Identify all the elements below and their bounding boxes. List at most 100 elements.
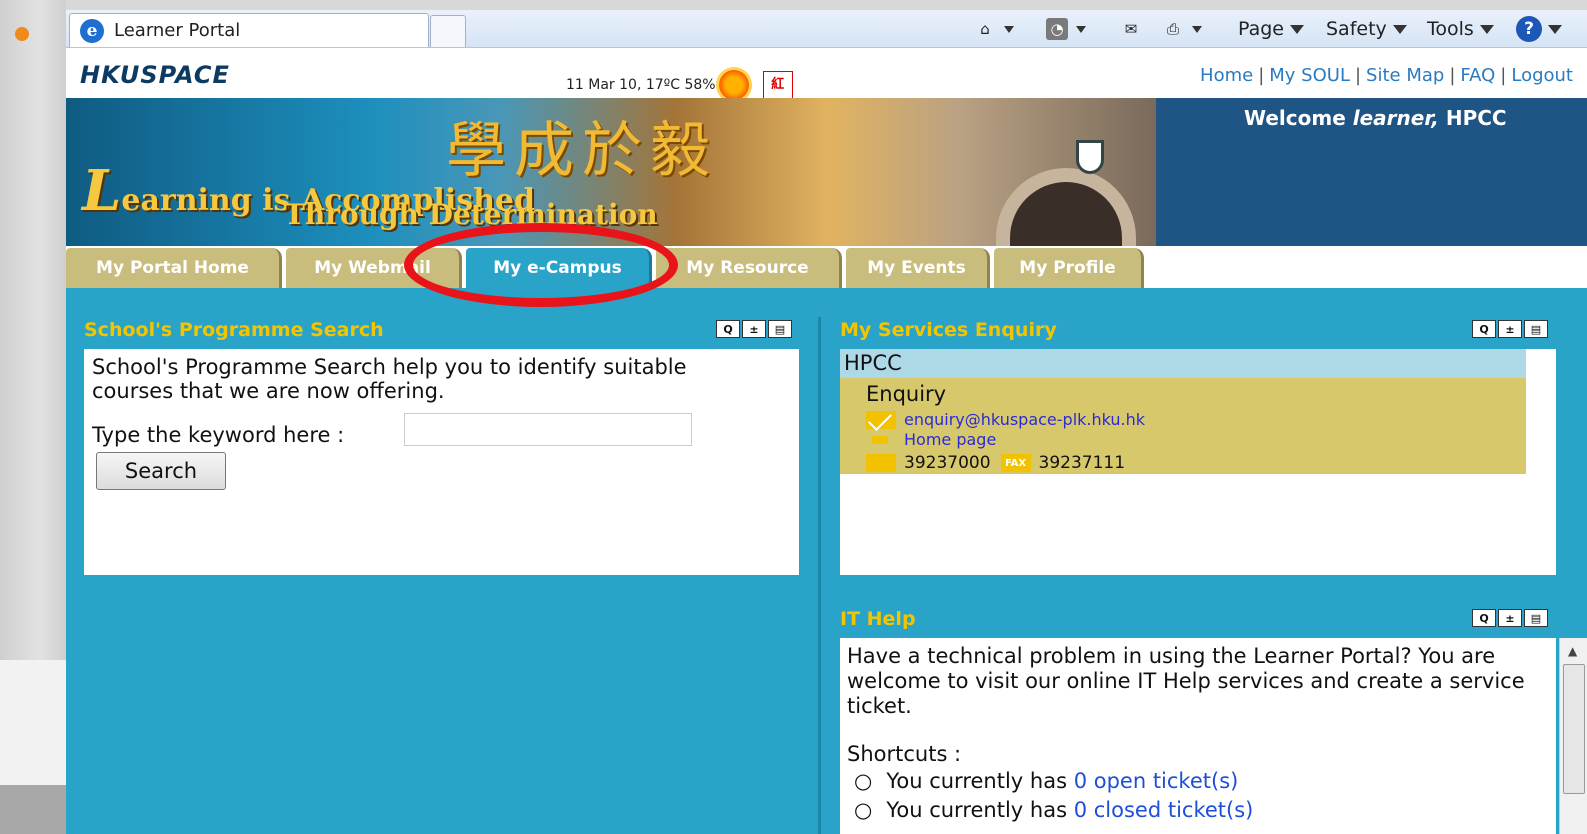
print-command[interactable]: ⎙ [1162, 15, 1202, 43]
weather-text: 11 Mar 10, 17ºC 58% [566, 77, 716, 93]
email-link[interactable]: enquiry@hkuspace-plk.hku.hk [904, 410, 1145, 429]
chevron-down-icon [1004, 25, 1014, 33]
chevron-down-icon [1076, 25, 1086, 33]
chevron-down-icon [1392, 24, 1407, 34]
browser-window: e Learner Portal ⌂ ◔ ✉ ⎙ Page Safety Too… [66, 10, 1587, 834]
fax-number: 39237111 [1038, 453, 1126, 473]
services-org-header: HPCC [840, 349, 1526, 378]
portlet-maximize-icon[interactable]: ▤ [1524, 320, 1548, 338]
rss-feed-icon: ◔ [1046, 18, 1068, 40]
services-enquiry-panel: Enquiry enquiry@hkuspace-plk.hku.hk Home… [840, 378, 1526, 474]
keyword-label: Type the keyword here : [92, 423, 345, 447]
chevron-down-icon [1192, 25, 1202, 33]
link-separator: | [1258, 65, 1265, 86]
services-enquiry-box: HPCC Enquiry enquiry@hkuspace-plk.hku.hk… [840, 349, 1556, 575]
homepage-link[interactable]: Home page [904, 430, 996, 449]
link-separator: | [1449, 65, 1456, 86]
services-enquiry-controls: Q ± ▤ [1472, 320, 1548, 338]
faq-link[interactable]: FAQ [1460, 65, 1495, 86]
welcome-panel: Welcome learner, HPCC [1156, 98, 1587, 246]
programme-search-controls: Q ± ▤ [716, 320, 792, 338]
portlet-minimize-icon[interactable]: ± [742, 320, 766, 338]
page-menu[interactable]: Page [1238, 15, 1304, 43]
email-row: enquiry@hkuspace-plk.hku.hk [866, 410, 1145, 429]
top-links: Home | My SOUL | Site Map | FAQ | Logout [1200, 65, 1573, 86]
portlet-search-icon[interactable]: Q [716, 320, 740, 338]
new-tab-button[interactable] [430, 15, 466, 47]
it-help-box: Have a technical problem in using the Le… [840, 638, 1556, 834]
search-button[interactable]: Search [96, 452, 226, 490]
open-tickets-link[interactable]: 0 open ticket(s) [1074, 769, 1239, 793]
tab-my-profile[interactable]: My Profile [994, 248, 1144, 288]
home-command[interactable]: ⌂ [974, 15, 1014, 43]
browser-tab[interactable]: e Learner Portal [69, 13, 429, 47]
tab-my-resource[interactable]: My Resource [656, 248, 842, 288]
phone-number: 39237000 [904, 453, 991, 473]
slide-footer [0, 785, 66, 834]
it-help-scrollbar[interactable]: ▲ [1559, 638, 1587, 834]
my-soul-link[interactable]: My SOUL [1269, 65, 1350, 86]
list-bullet: ○ [854, 769, 873, 793]
tools-menu-label: Tools [1427, 18, 1474, 40]
feeds-command[interactable]: ◔ [1046, 15, 1086, 43]
link-separator: | [1500, 65, 1507, 86]
portlet-minimize-icon[interactable]: ± [1498, 320, 1522, 338]
tab-my-events[interactable]: My Events [846, 248, 990, 288]
tools-menu[interactable]: Tools [1427, 15, 1494, 43]
shortcuts-label: Shortcuts : [847, 742, 962, 766]
safety-menu[interactable]: Safety [1326, 15, 1407, 43]
column-divider [818, 317, 821, 834]
site-map-link[interactable]: Site Map [1366, 65, 1444, 86]
page-menu-label: Page [1238, 18, 1284, 40]
closed-tickets-link[interactable]: 0 closed ticket(s) [1074, 798, 1254, 822]
sun-weather-icon [718, 70, 749, 100]
phone-row: 39237000 FAX 39237111 [866, 453, 1125, 473]
safety-menu-label: Safety [1326, 18, 1387, 40]
it-help-title: IT Help [840, 608, 916, 630]
weather-info: 11 Mar 10, 17ºC 58% 紅 [566, 70, 793, 100]
programme-search-box: School's Programme Search help you to id… [84, 349, 799, 575]
hkuspace-logo[interactable]: HKUSPACE [80, 61, 230, 89]
read-mail-command[interactable]: ✉ [1120, 15, 1142, 43]
welcome-user: learner, [1352, 106, 1439, 130]
slide-bullet-dot [15, 27, 29, 41]
welcome-message: Welcome learner, HPCC [1244, 106, 1507, 130]
home-link[interactable]: Home [1200, 65, 1253, 86]
scrollbar-thumb[interactable] [1563, 664, 1585, 794]
portlet-maximize-icon[interactable]: ▤ [1524, 609, 1548, 627]
red-rainstorm-warning-icon: 紅 [762, 71, 793, 99]
enquiry-heading: Enquiry [866, 382, 947, 406]
email-icon [866, 410, 896, 429]
portlet-search-icon[interactable]: Q [1472, 609, 1496, 627]
it-help-controls: Q ± ▤ [1472, 609, 1548, 627]
portlet-minimize-icon[interactable]: ± [1498, 609, 1522, 627]
banner-slogan-line2: Through Determination [284, 198, 658, 231]
highlight-annotation-ellipse [404, 223, 678, 307]
portlet-search-icon[interactable]: Q [1472, 320, 1496, 338]
portal-header: HKUSPACE 11 Mar 10, 17ºC 58% 紅 Home | My S… [66, 48, 1587, 100]
slide-panel [0, 660, 66, 785]
help-menu[interactable]: ? [1516, 15, 1562, 43]
welcome-prefix: Welcome [1244, 106, 1346, 130]
homepage-icon [866, 433, 896, 447]
open-ticket-prefix: You currently has [886, 769, 1068, 793]
keyword-input[interactable] [404, 413, 692, 446]
closed-ticket-prefix: You currently has [886, 798, 1068, 822]
print-icon: ⎙ [1166, 20, 1179, 38]
help-icon: ? [1516, 16, 1542, 42]
homepage-row: Home page [866, 430, 996, 449]
tab-my-portal-home[interactable]: My Portal Home [66, 248, 282, 288]
chevron-down-icon [1548, 24, 1562, 34]
welcome-org: HPCC [1445, 106, 1507, 130]
banner-building-arch [996, 168, 1136, 246]
slogan-initial: L [82, 158, 122, 224]
portlet-maximize-icon[interactable]: ▤ [768, 320, 792, 338]
list-item: ○ You currently has 0 closed ticket(s) [854, 798, 1253, 822]
link-separator: | [1354, 65, 1362, 86]
logout-link[interactable]: Logout [1511, 65, 1573, 86]
main-nav: My Portal Home My Webmail My e-Campus My… [66, 246, 1587, 288]
scroll-up-icon[interactable]: ▲ [1568, 644, 1577, 658]
programme-search-title: School's Programme Search [84, 319, 384, 341]
list-item: ○ You currently has 0 open ticket(s) [854, 769, 1238, 793]
services-enquiry-title: My Services Enquiry [840, 319, 1057, 341]
